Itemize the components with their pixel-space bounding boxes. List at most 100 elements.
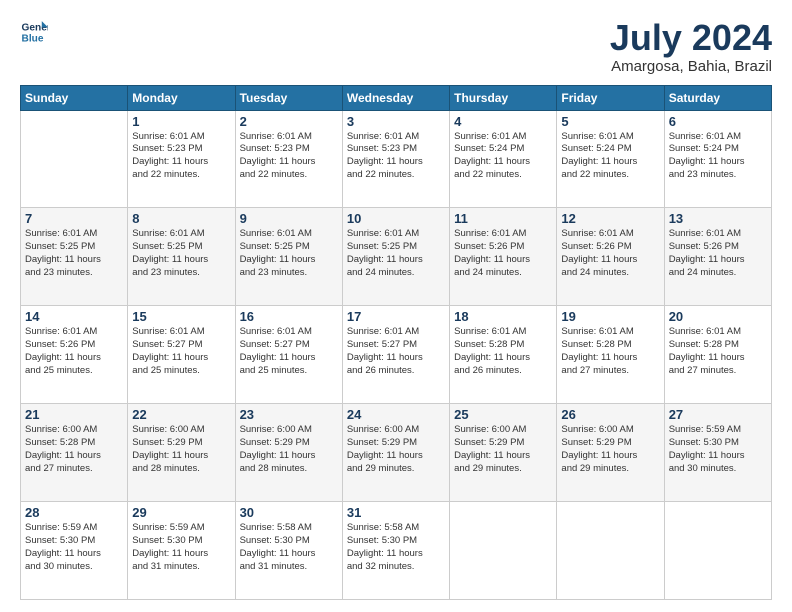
day-number: 3 bbox=[347, 114, 445, 129]
calendar-cell: 19Sunrise: 6:01 AM Sunset: 5:28 PM Dayli… bbox=[557, 306, 664, 404]
calendar-cell: 14 Sunrise: 6:01 AM Sunset: 5:26 PM Dayli… bbox=[21, 306, 128, 404]
day-number: 24 bbox=[347, 407, 445, 422]
logo-icon: General Blue bbox=[20, 18, 48, 46]
day-number: 9 bbox=[240, 211, 338, 226]
logo: General Blue bbox=[20, 18, 48, 46]
day-number: 30 bbox=[240, 505, 338, 520]
calendar-cell: 22 Sunrise: 6:00 AM Sunset: 5:29 PM Dayli… bbox=[128, 404, 235, 502]
day-number: 27 bbox=[669, 407, 767, 422]
calendar-cell: 18 Sunrise: 6:01 AM Sunset: 5:28 PM Dayli… bbox=[450, 306, 557, 404]
calendar-cell: 23 Sunrise: 6:00 AM Sunset: 5:29 PM Dayli… bbox=[235, 404, 342, 502]
calendar-cell: 6Sunrise: 6:01 AM Sunset: 5:24 PM Daylig… bbox=[664, 110, 771, 208]
cell-content: Sunrise: 6:00 AM Sunset: 5:29 PM Dayligh… bbox=[454, 424, 552, 475]
day-number: 2 bbox=[240, 114, 338, 129]
day-number: 11 bbox=[454, 211, 552, 226]
cell-content: Sunrise: 6:01 AM Sunset: 5:27 PM Dayligh… bbox=[240, 326, 338, 377]
svg-text:Blue: Blue bbox=[22, 33, 44, 44]
cell-content: Sunrise: 5:58 AM Sunset: 5:30 PM Dayligh… bbox=[240, 522, 338, 573]
day-header-wednesday: Wednesday bbox=[342, 85, 449, 110]
calendar-cell bbox=[664, 502, 771, 600]
cell-content: Sunrise: 6:01 AM Sunset: 5:23 PM Dayligh… bbox=[240, 131, 338, 182]
calendar-body: 1 Sunrise: 6:01 AM Sunset: 5:23 PM Daylig… bbox=[21, 110, 772, 599]
cell-content: Sunrise: 6:01 AM Sunset: 5:28 PM Dayligh… bbox=[669, 326, 767, 377]
cell-content: Sunrise: 5:58 AM Sunset: 5:30 PM Dayligh… bbox=[347, 522, 445, 573]
calendar-header-row: SundayMondayTuesdayWednesdayThursdayFrid… bbox=[21, 85, 772, 110]
day-number: 14 bbox=[25, 309, 123, 324]
calendar-cell: 8 Sunrise: 6:01 AM Sunset: 5:25 PM Daylig… bbox=[128, 208, 235, 306]
cell-content: Sunrise: 6:01 AM Sunset: 5:28 PM Dayligh… bbox=[454, 326, 552, 377]
day-number: 18 bbox=[454, 309, 552, 324]
cell-content: Sunrise: 6:01 AM Sunset: 5:24 PM Dayligh… bbox=[454, 131, 552, 182]
calendar-cell: 4Sunrise: 6:01 AM Sunset: 5:24 PM Daylig… bbox=[450, 110, 557, 208]
cell-content: Sunrise: 6:01 AM Sunset: 5:23 PM Dayligh… bbox=[132, 131, 230, 182]
calendar-cell: 20 Sunrise: 6:01 AM Sunset: 5:28 PM Dayli… bbox=[664, 306, 771, 404]
cell-content: Sunrise: 6:01 AM Sunset: 5:25 PM Dayligh… bbox=[132, 228, 230, 279]
day-number: 17 bbox=[347, 309, 445, 324]
day-number: 31 bbox=[347, 505, 445, 520]
cell-content: Sunrise: 6:00 AM Sunset: 5:29 PM Dayligh… bbox=[132, 424, 230, 475]
day-number: 29 bbox=[132, 505, 230, 520]
day-number: 12 bbox=[561, 211, 659, 226]
calendar-cell: 1 Sunrise: 6:01 AM Sunset: 5:23 PM Daylig… bbox=[128, 110, 235, 208]
cell-content: Sunrise: 5:59 AM Sunset: 5:30 PM Dayligh… bbox=[132, 522, 230, 573]
day-header-friday: Friday bbox=[557, 85, 664, 110]
calendar-cell bbox=[557, 502, 664, 600]
calendar-cell: 13 Sunrise: 6:01 AM Sunset: 5:26 PM Dayli… bbox=[664, 208, 771, 306]
calendar-cell: 28 Sunrise: 5:59 AM Sunset: 5:30 PM Dayli… bbox=[21, 502, 128, 600]
calendar-cell: 11 Sunrise: 6:01 AM Sunset: 5:26 PM Dayli… bbox=[450, 208, 557, 306]
cell-content: Sunrise: 6:01 AM Sunset: 5:24 PM Dayligh… bbox=[561, 131, 659, 182]
calendar-cell: 3 Sunrise: 6:01 AM Sunset: 5:23 PM Daylig… bbox=[342, 110, 449, 208]
cell-content: Sunrise: 6:00 AM Sunset: 5:29 PM Dayligh… bbox=[561, 424, 659, 475]
location-subtitle: Amargosa, Bahia, Brazil bbox=[610, 58, 772, 75]
title-block: July 2024 Amargosa, Bahia, Brazil bbox=[610, 18, 772, 75]
calendar-cell bbox=[21, 110, 128, 208]
calendar-cell: 9Sunrise: 6:01 AM Sunset: 5:25 PM Daylig… bbox=[235, 208, 342, 306]
day-number: 8 bbox=[132, 211, 230, 226]
calendar-cell: 15Sunrise: 6:01 AM Sunset: 5:27 PM Dayli… bbox=[128, 306, 235, 404]
calendar-cell: 31 Sunrise: 5:58 AM Sunset: 5:30 PM Dayli… bbox=[342, 502, 449, 600]
cell-content: Sunrise: 5:59 AM Sunset: 5:30 PM Dayligh… bbox=[25, 522, 123, 573]
calendar-cell: 10Sunrise: 6:01 AM Sunset: 5:25 PM Dayli… bbox=[342, 208, 449, 306]
calendar-cell bbox=[450, 502, 557, 600]
day-number: 20 bbox=[669, 309, 767, 324]
day-number: 19 bbox=[561, 309, 659, 324]
calendar-week-1: 1 Sunrise: 6:01 AM Sunset: 5:23 PM Daylig… bbox=[21, 110, 772, 208]
calendar-cell: 12 Sunrise: 6:01 AM Sunset: 5:26 PM Dayli… bbox=[557, 208, 664, 306]
day-number: 13 bbox=[669, 211, 767, 226]
calendar-week-2: 7 Sunrise: 6:01 AM Sunset: 5:25 PM Daylig… bbox=[21, 208, 772, 306]
calendar-cell: 30 Sunrise: 5:58 AM Sunset: 5:30 PM Dayli… bbox=[235, 502, 342, 600]
cell-content: Sunrise: 6:00 AM Sunset: 5:28 PM Dayligh… bbox=[25, 424, 123, 475]
calendar-cell: 24Sunrise: 6:00 AM Sunset: 5:29 PM Dayli… bbox=[342, 404, 449, 502]
day-number: 10 bbox=[347, 211, 445, 226]
cell-content: Sunrise: 6:01 AM Sunset: 5:26 PM Dayligh… bbox=[669, 228, 767, 279]
cell-content: Sunrise: 6:00 AM Sunset: 5:29 PM Dayligh… bbox=[240, 424, 338, 475]
day-number: 26 bbox=[561, 407, 659, 422]
day-number: 1 bbox=[132, 114, 230, 129]
day-number: 16 bbox=[240, 309, 338, 324]
day-number: 5 bbox=[561, 114, 659, 129]
cell-content: Sunrise: 6:01 AM Sunset: 5:26 PM Dayligh… bbox=[561, 228, 659, 279]
calendar-page: General Blue July 2024 Amargosa, Bahia, … bbox=[0, 0, 792, 612]
day-number: 7 bbox=[25, 211, 123, 226]
day-number: 25 bbox=[454, 407, 552, 422]
day-number: 15 bbox=[132, 309, 230, 324]
day-number: 22 bbox=[132, 407, 230, 422]
cell-content: Sunrise: 6:01 AM Sunset: 5:23 PM Dayligh… bbox=[347, 131, 445, 182]
calendar-cell: 29 Sunrise: 5:59 AM Sunset: 5:30 PM Dayli… bbox=[128, 502, 235, 600]
day-header-tuesday: Tuesday bbox=[235, 85, 342, 110]
calendar-week-5: 28 Sunrise: 5:59 AM Sunset: 5:30 PM Dayli… bbox=[21, 502, 772, 600]
month-title: July 2024 bbox=[610, 18, 772, 58]
day-header-monday: Monday bbox=[128, 85, 235, 110]
cell-content: Sunrise: 6:01 AM Sunset: 5:26 PM Dayligh… bbox=[454, 228, 552, 279]
calendar-table: SundayMondayTuesdayWednesdayThursdayFrid… bbox=[20, 85, 772, 600]
calendar-week-3: 14 Sunrise: 6:01 AM Sunset: 5:26 PM Dayli… bbox=[21, 306, 772, 404]
day-header-sunday: Sunday bbox=[21, 85, 128, 110]
calendar-cell: 17Sunrise: 6:01 AM Sunset: 5:27 PM Dayli… bbox=[342, 306, 449, 404]
day-header-saturday: Saturday bbox=[664, 85, 771, 110]
cell-content: Sunrise: 6:01 AM Sunset: 5:25 PM Dayligh… bbox=[25, 228, 123, 279]
cell-content: Sunrise: 6:01 AM Sunset: 5:26 PM Dayligh… bbox=[25, 326, 123, 377]
day-number: 23 bbox=[240, 407, 338, 422]
calendar-week-4: 21Sunrise: 6:00 AM Sunset: 5:28 PM Dayli… bbox=[21, 404, 772, 502]
day-number: 28 bbox=[25, 505, 123, 520]
calendar-cell: 21Sunrise: 6:00 AM Sunset: 5:28 PM Dayli… bbox=[21, 404, 128, 502]
